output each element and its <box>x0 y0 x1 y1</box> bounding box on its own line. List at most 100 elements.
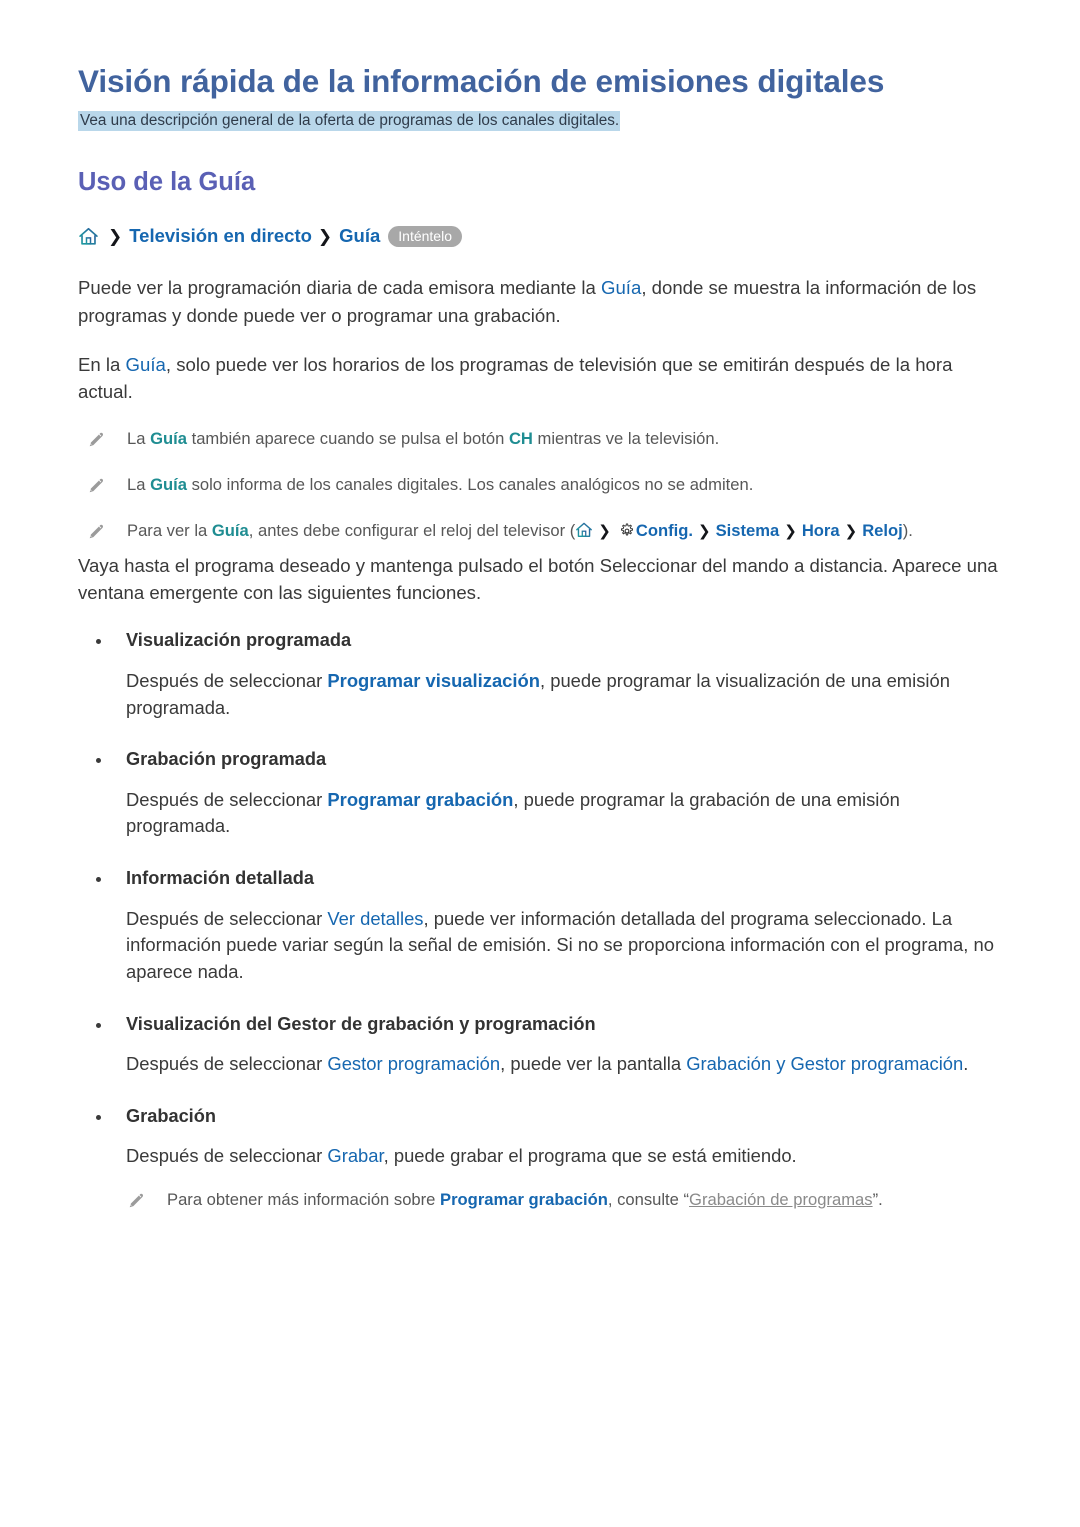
bullet-2-text-a: Después de seleccionar <box>126 788 328 810</box>
path-item-config[interactable]: Config. <box>636 521 693 540</box>
note-3-keyword-guia: Guía <box>211 520 249 540</box>
bullet-dot-icon <box>96 639 101 645</box>
bullet-title: Información detallada <box>126 868 314 889</box>
note-1-text-c: mientras ve la televisión. <box>532 428 720 448</box>
path-item-reloj[interactable]: Reloj <box>862 521 903 540</box>
note-text: Para obtener más información sobre Progr… <box>167 1188 883 1212</box>
bullet-1-text-a: Después de seleccionar <box>126 669 328 691</box>
intro-paragraph-1: Puede ver la programación diaria de cada… <box>78 274 1008 329</box>
note-3-text-c: ). <box>902 520 913 540</box>
bullet-title-row: Visualización del Gestor de grabación y … <box>78 1012 1008 1037</box>
breadcrumb: ❯ Televisión en directo ❯ Guía Inténtelo <box>78 225 1008 248</box>
page-title: Visión rápida de la información de emisi… <box>78 63 885 99</box>
bullet-body: Después de seleccionar Ver detalles, pue… <box>78 906 1008 986</box>
bullet-4-text-c: . <box>963 1053 969 1075</box>
page-subtitle: Vea una descripción general de la oferta… <box>78 111 621 132</box>
final-note-link-grabacion-de-programas[interactable]: Grabación de programas <box>689 1190 873 1209</box>
bullet-3-link-ver-detalles[interactable]: Ver detalles <box>327 908 423 929</box>
bullet-3-text-a: Después de seleccionar <box>126 907 328 929</box>
final-note-link-programar-grabacion[interactable]: Programar grabación <box>440 1190 608 1209</box>
bullet-title-row: Información detallada <box>78 866 1008 891</box>
intro-p2-text-b: , solo puede ver los horarios de los pro… <box>78 353 953 403</box>
middle-paragraph: Vaya hasta el programa deseado y manteng… <box>78 554 998 604</box>
bullet-5-text-b: , puede grabar el programa que se está e… <box>383 1145 797 1167</box>
note-2-text-b: solo informa de los canales digitales. L… <box>186 474 754 494</box>
bullet-5-text-a: Después de seleccionar <box>126 1145 328 1167</box>
note-item: La Guía también aparece cuando se pulsa … <box>78 427 1008 451</box>
bullet-title-row: Visualización programada <box>78 628 1008 653</box>
note-item-path: Para ver la Guía, antes debe configurar … <box>78 519 1008 546</box>
gear-icon[interactable] <box>619 522 635 546</box>
final-note-text-a: Para obtener más información sobre <box>167 1189 441 1209</box>
chevron-right-icon: ❯ <box>598 522 611 540</box>
note-3-text-a: Para ver la <box>127 520 212 540</box>
feature-list: Visualización programada Después de sele… <box>78 628 1008 1212</box>
list-item: Visualización del Gestor de grabación y … <box>78 1012 1008 1078</box>
note-1-keyword-ch: CH <box>508 428 533 448</box>
final-note-text-b: , consulte “ <box>607 1189 690 1209</box>
bullet-2-link-programar-grabacion[interactable]: Programar grabación <box>327 789 513 810</box>
pencil-icon <box>86 519 106 541</box>
note-item-final: Para obtener más información sobre Progr… <box>78 1188 1008 1212</box>
bullet-5-link-grabar[interactable]: Grabar <box>327 1145 383 1166</box>
note-text: La Guía también aparece cuando se pulsa … <box>127 427 719 451</box>
chevron-right-icon: ❯ <box>108 226 123 246</box>
note-text: Para ver la Guía, antes debe configurar … <box>127 519 913 546</box>
intro-paragraph-2: En la Guía, solo puede ver los horarios … <box>78 351 1008 406</box>
chevron-right-icon: ❯ <box>844 522 858 540</box>
bullet-dot-icon <box>96 1114 101 1120</box>
note-3-text-b: , antes debe configurar el reloj del tel… <box>248 520 576 540</box>
intro-p2-link-guia[interactable]: Guía <box>126 354 166 375</box>
list-item: Grabación programada Después de seleccio… <box>78 747 1008 840</box>
note-2-keyword-guia: Guía <box>150 474 187 494</box>
bullet-title: Grabación <box>126 1105 216 1126</box>
bullet-dot-icon <box>96 758 101 764</box>
pencil-icon <box>86 427 106 449</box>
notes-list: La Guía también aparece cuando se pulsa … <box>78 427 1008 546</box>
bullet-body: Después de seleccionar Grabar, puede gra… <box>78 1143 1008 1170</box>
bullet-body: Después de seleccionar Programar grabaci… <box>78 787 1008 840</box>
bullet-dot-icon <box>96 877 101 883</box>
bullet-1-link-programar-visualizacion[interactable]: Programar visualización <box>327 670 540 691</box>
note-1-keyword-guia: Guía <box>150 428 187 448</box>
bullet-4-link-grabacion-y-gestor-programacion[interactable]: Grabación y Gestor programación <box>686 1053 963 1074</box>
bullet-4-link-gestor-programacion[interactable]: Gestor programación <box>327 1053 500 1074</box>
bullet-4-text-b: , puede ver la pantalla <box>500 1053 687 1075</box>
bullet-title: Grabación programada <box>126 749 327 770</box>
home-icon[interactable] <box>575 521 593 546</box>
bullet-body: Después de seleccionar Gestor programaci… <box>78 1051 1008 1078</box>
page-subtitle-wrapper: Vea una descripción general de la oferta… <box>78 109 1008 133</box>
chevron-right-icon: ❯ <box>784 522 797 540</box>
bullet-title: Visualización del Gestor de grabación y … <box>126 1013 596 1034</box>
bullet-dot-icon <box>96 1022 101 1028</box>
final-note-text-c: ”. <box>872 1189 883 1209</box>
bullet-title: Visualización programada <box>126 630 352 651</box>
bullet-title-row: Grabación <box>78 1104 1008 1129</box>
path-item-sistema[interactable]: Sistema <box>716 521 780 540</box>
intro-p1-link-guia[interactable]: Guía <box>601 277 641 298</box>
bullet-body: Después de seleccionar Programar visuali… <box>78 668 1008 721</box>
list-item: Información detallada Después de selecci… <box>78 866 1008 986</box>
breadcrumb-item-television-en-directo[interactable]: Televisión en directo <box>129 227 312 246</box>
section-heading: Uso de la Guía <box>78 168 256 197</box>
note-text: La Guía solo informa de los canales digi… <box>127 473 753 497</box>
note-1-text-a: La <box>127 428 151 448</box>
intro-p2-text-a: En la <box>78 353 126 375</box>
list-item: Visualización programada Después de sele… <box>78 628 1008 721</box>
list-item: Grabación Después de seleccionar Grabar,… <box>78 1104 1008 1212</box>
chevron-right-icon: ❯ <box>698 522 711 540</box>
try-it-badge[interactable]: Inténtelo <box>388 225 462 248</box>
note-2-text-a: La <box>127 474 151 494</box>
note-item: La Guía solo informa de los canales digi… <box>78 473 1008 497</box>
chevron-right-icon: ❯ <box>317 226 333 246</box>
document-page: Visión rápida de la información de emisi… <box>0 0 1080 1527</box>
note-1-text-b: también aparece cuando se pulsa el botón <box>186 428 509 448</box>
bullet-title-row: Grabación programada <box>78 747 1008 772</box>
home-icon[interactable] <box>78 226 99 247</box>
pencil-icon <box>126 1188 146 1210</box>
breadcrumb-item-guia[interactable]: Guía <box>339 227 380 246</box>
intro-p1-text-a: Puede ver la programación diaria de cada… <box>78 277 601 299</box>
bullet-4-text-a: Después de seleccionar <box>126 1053 328 1075</box>
pencil-icon <box>86 473 106 495</box>
path-item-hora[interactable]: Hora <box>802 521 840 540</box>
